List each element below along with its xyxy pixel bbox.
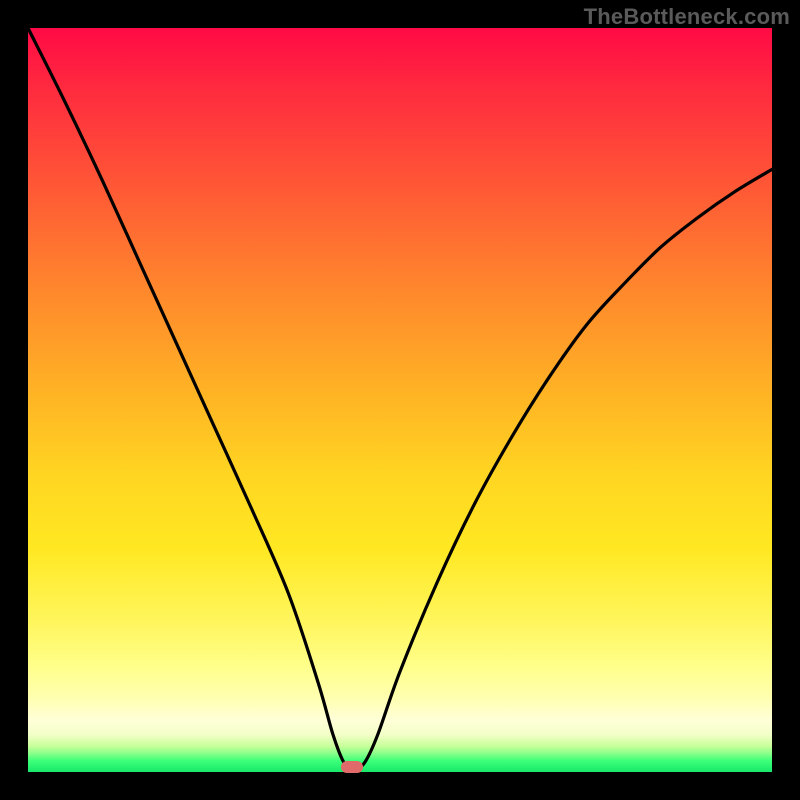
chart-plot-area [28, 28, 772, 772]
watermark-text: TheBottleneck.com [584, 4, 790, 30]
bottleneck-curve [28, 28, 772, 772]
trough-marker [341, 761, 363, 773]
chart-frame: TheBottleneck.com [0, 0, 800, 800]
